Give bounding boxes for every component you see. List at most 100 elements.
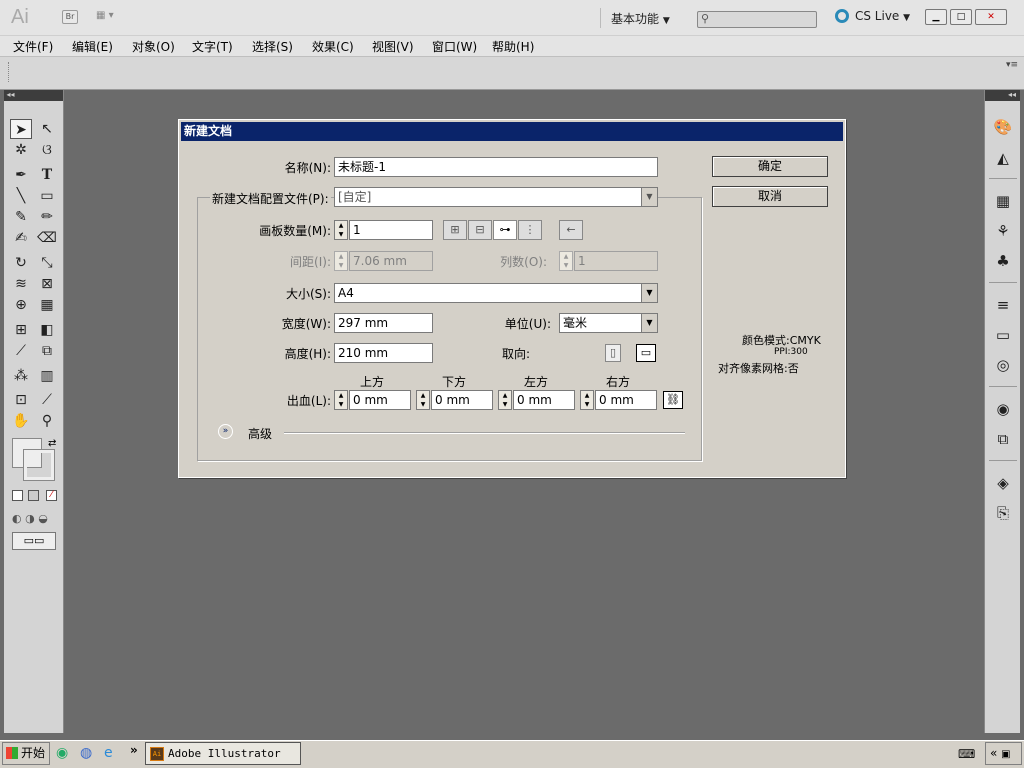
- quick-launch-more-icon[interactable]: »: [130, 743, 138, 757]
- perspective-grid-tool-icon[interactable]: ▦: [36, 295, 58, 315]
- menu-help[interactable]: 帮助(H): [492, 38, 534, 55]
- color-panel-icon[interactable]: 🎨: [993, 117, 1013, 137]
- cancel-button[interactable]: 取消: [712, 186, 828, 207]
- menu-file[interactable]: 文件(F): [13, 38, 53, 55]
- panel-menu-icon[interactable]: ▾≡: [1006, 60, 1018, 70]
- landscape-orientation-icon[interactable]: ▭: [636, 344, 656, 362]
- grid-by-column-icon[interactable]: ⊟: [468, 220, 492, 240]
- gradient-tool-icon[interactable]: ◧: [36, 320, 58, 340]
- menu-window[interactable]: 窗口(W): [432, 38, 477, 55]
- layers-panel-icon[interactable]: ◈: [993, 473, 1013, 493]
- start-button[interactable]: 开始: [2, 742, 50, 765]
- appearance-panel-icon[interactable]: ◉: [993, 399, 1013, 419]
- gradient-mode-icon[interactable]: [28, 490, 39, 501]
- none-mode-icon[interactable]: ⁄: [46, 490, 57, 501]
- scale-tool-icon[interactable]: ⤡: [36, 253, 58, 273]
- bleed-left-stepper[interactable]: ▲ ▼: [498, 390, 512, 410]
- magic-wand-tool-icon[interactable]: ✲: [10, 140, 32, 160]
- eyedropper-tool-icon[interactable]: ⟋: [10, 341, 32, 361]
- left-to-right-layout-icon[interactable]: ←: [559, 220, 583, 240]
- bleed-top-stepper[interactable]: ▲ ▼: [334, 390, 348, 410]
- artboard-tool-icon[interactable]: ⊡: [10, 390, 32, 410]
- blend-tool-icon[interactable]: ⧉: [36, 341, 58, 361]
- hand-tool-icon[interactable]: ✋: [10, 411, 32, 431]
- close-button[interactable]: ✕: [975, 9, 1007, 25]
- free-transform-tool-icon[interactable]: ⊠: [36, 274, 58, 294]
- blob-brush-tool-icon[interactable]: ✍: [10, 228, 32, 248]
- graph-tool-icon[interactable]: ▥: [36, 366, 58, 386]
- size-dropdown[interactable]: A4 ▼: [334, 283, 658, 303]
- media-player-icon[interactable]: ◉: [56, 745, 68, 761]
- bleed-right-stepper[interactable]: ▲ ▼: [580, 390, 594, 410]
- bleed-bottom-field[interactable]: 0 mm: [431, 390, 493, 410]
- artboards-panel-icon[interactable]: ⎘: [993, 503, 1013, 523]
- graphic-styles-icon[interactable]: ⧉: [993, 429, 1013, 449]
- artboards-field[interactable]: 1: [349, 220, 433, 240]
- internet-explorer-icon[interactable]: e: [104, 745, 113, 761]
- pencil-tool-icon[interactable]: ✏: [36, 207, 58, 227]
- bleed-right-field[interactable]: 0 mm: [595, 390, 657, 410]
- line-tool-icon[interactable]: ╲: [10, 186, 32, 206]
- paintbrush-tool-icon[interactable]: ✎: [10, 207, 32, 227]
- menu-effect[interactable]: 效果(C): [312, 38, 354, 55]
- brushes-panel-icon[interactable]: ⚘: [993, 221, 1013, 241]
- gradient-panel-icon[interactable]: ▭: [993, 325, 1013, 345]
- drawing-modes-icon[interactable]: ◐ ◑ ◒: [12, 512, 48, 525]
- units-dropdown[interactable]: 毫米 ▼: [559, 313, 658, 333]
- taskbar-illustrator-item[interactable]: Ai Adobe Illustrator CS5: [145, 742, 301, 765]
- lasso-tool-icon[interactable]: ଓ: [36, 140, 58, 160]
- portrait-orientation-icon[interactable]: ▯: [605, 344, 621, 362]
- keyboard-icon[interactable]: ⌨: [958, 747, 975, 761]
- bleed-top-field[interactable]: 0 mm: [349, 390, 411, 410]
- swatches-panel-icon[interactable]: ▦: [993, 191, 1013, 211]
- rectangle-tool-icon[interactable]: ▭: [36, 186, 58, 206]
- menu-view[interactable]: 视图(V): [372, 38, 414, 55]
- workspace-switcher[interactable]: 基本功能 ▼: [611, 10, 670, 27]
- color-mode-icon[interactable]: [12, 490, 23, 501]
- arrange-by-column-icon[interactable]: ⋮: [518, 220, 542, 240]
- pen-tool-icon[interactable]: ✒: [10, 165, 32, 185]
- link-bleed-icon[interactable]: ⛓: [663, 391, 683, 409]
- height-field[interactable]: 210 mm: [334, 343, 433, 363]
- cs-live-menu[interactable]: CS Live ▼: [835, 9, 910, 23]
- swap-fill-stroke-icon[interactable]: ⇄: [48, 438, 56, 449]
- zoom-tool-icon[interactable]: ⚲: [36, 411, 58, 431]
- slice-tool-icon[interactable]: ⟋: [36, 390, 58, 410]
- direct-selection-tool-icon[interactable]: ↖: [36, 119, 58, 139]
- eraser-tool-icon[interactable]: ⌫: [36, 228, 58, 248]
- transparency-panel-icon[interactable]: ◎: [993, 355, 1013, 375]
- width-field[interactable]: 297 mm: [334, 313, 433, 333]
- bridge-button[interactable]: Br: [62, 10, 78, 24]
- tray-expand-button[interactable]: « ▣: [985, 742, 1022, 765]
- artboards-stepper[interactable]: ▲ ▼: [334, 220, 348, 240]
- stroke-swatch[interactable]: [23, 449, 55, 481]
- symbol-sprayer-tool-icon[interactable]: ⁂: [10, 366, 32, 386]
- selection-tool-icon[interactable]: ➤: [10, 119, 32, 139]
- ok-button[interactable]: 确定: [712, 156, 828, 177]
- color-guide-icon[interactable]: ◭: [993, 148, 1013, 168]
- browser-icon[interactable]: ◍: [80, 745, 92, 761]
- name-field[interactable]: 未标题-1: [334, 157, 658, 177]
- arrange-documents-icon[interactable]: ▦ ▾: [96, 10, 126, 26]
- menu-select[interactable]: 选择(S): [252, 38, 293, 55]
- mesh-tool-icon[interactable]: ⊞: [10, 320, 32, 340]
- bleed-left-field[interactable]: 0 mm: [513, 390, 575, 410]
- menu-object[interactable]: 对象(O): [132, 38, 175, 55]
- maximize-button[interactable]: □: [950, 9, 972, 25]
- stroke-panel-icon[interactable]: ≡: [993, 295, 1013, 315]
- width-tool-icon[interactable]: ≋: [10, 274, 32, 294]
- type-tool-icon[interactable]: T: [36, 165, 58, 185]
- right-dock-header[interactable]: ◂◂: [985, 90, 1020, 101]
- screen-mode-button[interactable]: ▭▭: [12, 532, 56, 550]
- profile-dropdown[interactable]: [自定] ▼: [334, 187, 658, 207]
- help-search-input[interactable]: ⚲: [697, 11, 817, 28]
- symbols-panel-icon[interactable]: ♣: [993, 251, 1013, 271]
- tools-panel-header[interactable]: ◂◂: [4, 90, 63, 101]
- arrange-by-row-icon[interactable]: ⊶: [493, 220, 517, 240]
- shape-builder-tool-icon[interactable]: ⊕: [10, 295, 32, 315]
- expand-advanced-icon[interactable]: »: [218, 424, 233, 439]
- grid-by-row-icon[interactable]: ⊞: [443, 220, 467, 240]
- bleed-bottom-stepper[interactable]: ▲ ▼: [416, 390, 430, 410]
- minimize-button[interactable]: ▁: [925, 9, 947, 25]
- menu-edit[interactable]: 编辑(E): [72, 38, 113, 55]
